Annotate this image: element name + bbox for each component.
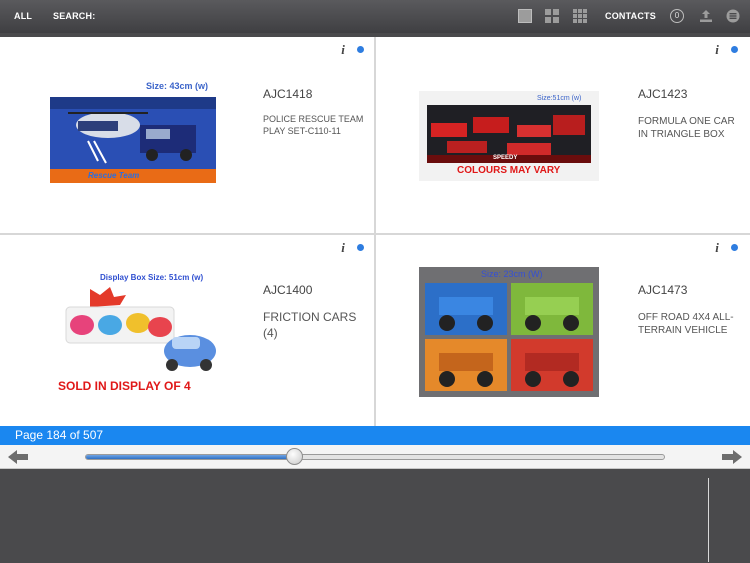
page-slider-fill [86, 455, 295, 459]
all-button[interactable]: ALL [14, 11, 32, 21]
product-grid: i Size: 43cm (w) Rescue Team AJC1418 POL… [0, 37, 750, 431]
status-dot [357, 244, 364, 251]
product-description: FRICTION CARS (4) [263, 310, 357, 340]
contacts-button[interactable]: CONTACTS [605, 11, 656, 21]
product-image[interactable]: Size: 43cm (w) Rescue Team [48, 79, 218, 187]
product-code: AJC1473 [638, 283, 688, 297]
search-button[interactable]: SEARCH: [53, 11, 95, 21]
product-code: AJC1400 [263, 283, 313, 297]
share-icon[interactable] [699, 9, 713, 23]
page-slider-track[interactable] [85, 454, 665, 460]
info-icon[interactable]: i [712, 241, 722, 254]
page-slider-thumb[interactable] [286, 448, 303, 465]
product-description: POLICE RESCUE TEAM PLAY SET-C110-11 [263, 114, 364, 136]
product-image[interactable]: Size: 23cm (W) [419, 267, 599, 397]
product-description: FORMULA ONE CAR IN TRIANGLE BOX [638, 116, 735, 140]
info-icon[interactable]: i [712, 43, 722, 56]
previous-arrow-icon[interactable] [7, 449, 29, 465]
bottom-panel [0, 470, 750, 563]
toy-box-illustration [65, 287, 216, 371]
product-image[interactable]: Display Box Size: 51cm (w) SOLD IN DISPL… [54, 271, 224, 397]
size-label: Size: 23cm (W) [481, 269, 543, 279]
single-view-icon[interactable] [518, 9, 532, 23]
divider [708, 478, 709, 562]
size-label: Size: 43cm (w) [146, 81, 209, 91]
page-label: Page 184 of 507 [15, 428, 104, 442]
size-label: Size:51cm (w) [537, 95, 582, 102]
product-code: AJC1418 [263, 87, 313, 101]
status-dot [357, 46, 364, 53]
product-card[interactable]: i Size:51cm (w) SPEEDY COLOURS MAY VARY … [376, 37, 750, 233]
cart-count: 0 [674, 11, 680, 20]
product-card[interactable]: i Size: 43cm (w) Rescue Team AJC1418 POL… [0, 37, 374, 233]
box-caption: SPEEDY [493, 155, 518, 161]
product-card[interactable]: i Display Box Size: 51cm (w) SOLD IN DIS… [0, 235, 374, 431]
box-caption: Rescue Team [88, 171, 140, 180]
status-dot [731, 244, 738, 251]
page-indicator: Page 184 of 507 [0, 426, 750, 445]
product-description: OFF ROAD 4X4 ALL-TERRAIN VEHICLE [638, 312, 734, 336]
grid-9-icon[interactable] [573, 9, 587, 23]
status-dot [731, 46, 738, 53]
cart-badge-icon[interactable]: 0 [670, 9, 684, 23]
page-slider-row [0, 445, 750, 469]
next-arrow-icon[interactable] [721, 449, 743, 465]
product-card[interactable]: i Size: 23cm (W) AJC1473 OFF ROAD 4X4 AL… [376, 235, 750, 431]
info-icon[interactable]: i [338, 43, 348, 56]
product-image[interactable]: Size:51cm (w) SPEEDY COLOURS MAY VARY [419, 91, 599, 181]
toy-box-illustration [425, 283, 593, 391]
colour-notice: COLOURS MAY VARY [457, 165, 561, 176]
grid-4-icon[interactable] [545, 9, 559, 23]
top-toolbar: ALL SEARCH: CONTACTS 0 [0, 0, 750, 33]
size-label: Display Box Size: 51cm (w) [100, 273, 204, 282]
menu-icon[interactable] [726, 9, 740, 23]
product-code: AJC1423 [638, 87, 688, 101]
info-icon[interactable]: i [338, 241, 348, 254]
display-notice: SOLD IN DISPLAY OF 4 [58, 379, 191, 393]
